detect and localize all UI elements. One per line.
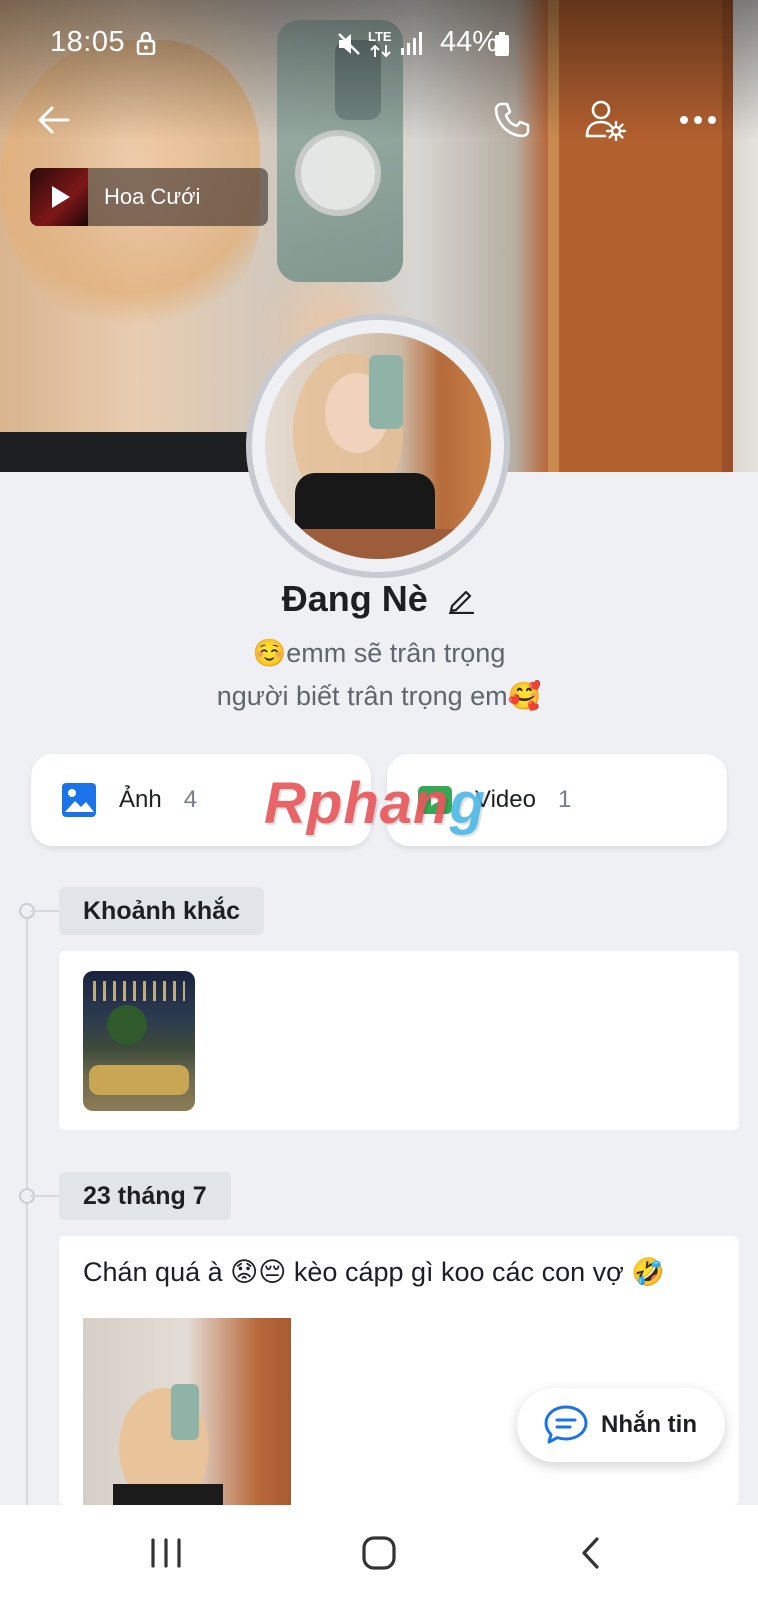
thumb-lights xyxy=(93,981,185,1001)
chevron-left-icon xyxy=(582,1537,599,1569)
bio-line-2: người biết trân trọng em🥰 xyxy=(216,681,542,711)
home-button[interactable] xyxy=(344,1523,414,1583)
photos-count: 4 xyxy=(183,786,198,813)
status-bar: 18:05 LTE 44% xyxy=(0,0,758,88)
send-message-label: Nhắn tin xyxy=(601,1411,697,1438)
battery-icon xyxy=(495,32,509,56)
moment-thumbnail[interactable] xyxy=(83,971,195,1111)
phone-icon xyxy=(494,102,530,138)
play-icon xyxy=(52,186,70,208)
arrow-left-icon xyxy=(38,106,70,134)
call-button[interactable] xyxy=(484,92,540,148)
battery-percent: 44% xyxy=(440,26,499,58)
watermark-logo: Rphang xyxy=(264,770,486,837)
data-arrows-icon xyxy=(370,44,391,58)
signal-icon xyxy=(401,32,422,55)
send-message-button[interactable]: Nhắn tin xyxy=(517,1388,725,1462)
system-navigation-bar xyxy=(0,1505,758,1600)
photos-label: Ảnh xyxy=(119,786,162,813)
avatar-image xyxy=(265,333,491,559)
avatar-floor xyxy=(265,529,491,559)
status-time: 18:05 xyxy=(50,26,126,58)
section-date-heading: 23 tháng 7 xyxy=(59,1172,231,1220)
home-icon xyxy=(362,1536,396,1570)
back-button[interactable] xyxy=(26,92,82,148)
user-gear-icon xyxy=(585,100,627,142)
network-type: LTE xyxy=(368,29,392,44)
avatar-phone xyxy=(369,355,403,429)
recent-apps-button[interactable] xyxy=(131,1523,201,1583)
watermark-text: Rphan xyxy=(264,771,450,836)
pencil-icon[interactable] xyxy=(446,584,476,614)
profile-music-chip[interactable]: Hoa Cưới xyxy=(30,168,268,226)
ellipsis-icon xyxy=(680,116,716,124)
profile-name-row: Đang Nè xyxy=(0,578,758,620)
bio-line-1: ☺️emm sẽ trân trọng xyxy=(252,638,506,668)
thumb-table xyxy=(89,1065,189,1095)
recent-apps-icon xyxy=(151,1538,181,1568)
watermark-tail: g xyxy=(449,771,486,836)
music-title: Hoa Cưới xyxy=(104,184,201,209)
mute-icon xyxy=(338,33,360,55)
post-photo-phone xyxy=(171,1384,199,1440)
timeline-connector xyxy=(30,1195,60,1197)
profile-name: Đang Nè xyxy=(281,578,428,619)
thumb-tree xyxy=(107,1005,147,1045)
profile-settings-button[interactable] xyxy=(578,92,634,148)
post-card[interactable]: Chán quá à 😟😔 kèo cápp gì koo các con vợ… xyxy=(59,1236,739,1548)
image-icon xyxy=(62,783,96,817)
more-options-button[interactable] xyxy=(670,92,726,148)
profile-bio: ☺️emm sẽ trân trọng người biết trân trọn… xyxy=(0,632,758,718)
timeline-connector xyxy=(30,910,60,912)
chat-bubble-icon xyxy=(544,1405,588,1444)
cover-phone-grip xyxy=(295,130,381,216)
post-text: Chán quá à 😟😔 kèo cápp gì koo các con vợ… xyxy=(83,1257,665,1287)
videos-count: 1 xyxy=(557,786,572,813)
system-back-button[interactable] xyxy=(556,1523,626,1583)
section-moments-heading: Khoảnh khắc xyxy=(59,887,264,935)
avatar[interactable] xyxy=(246,314,510,578)
lock-icon xyxy=(136,31,156,55)
timeline-line xyxy=(26,905,28,1505)
music-thumbnail xyxy=(30,168,88,226)
moments-card xyxy=(59,951,739,1130)
